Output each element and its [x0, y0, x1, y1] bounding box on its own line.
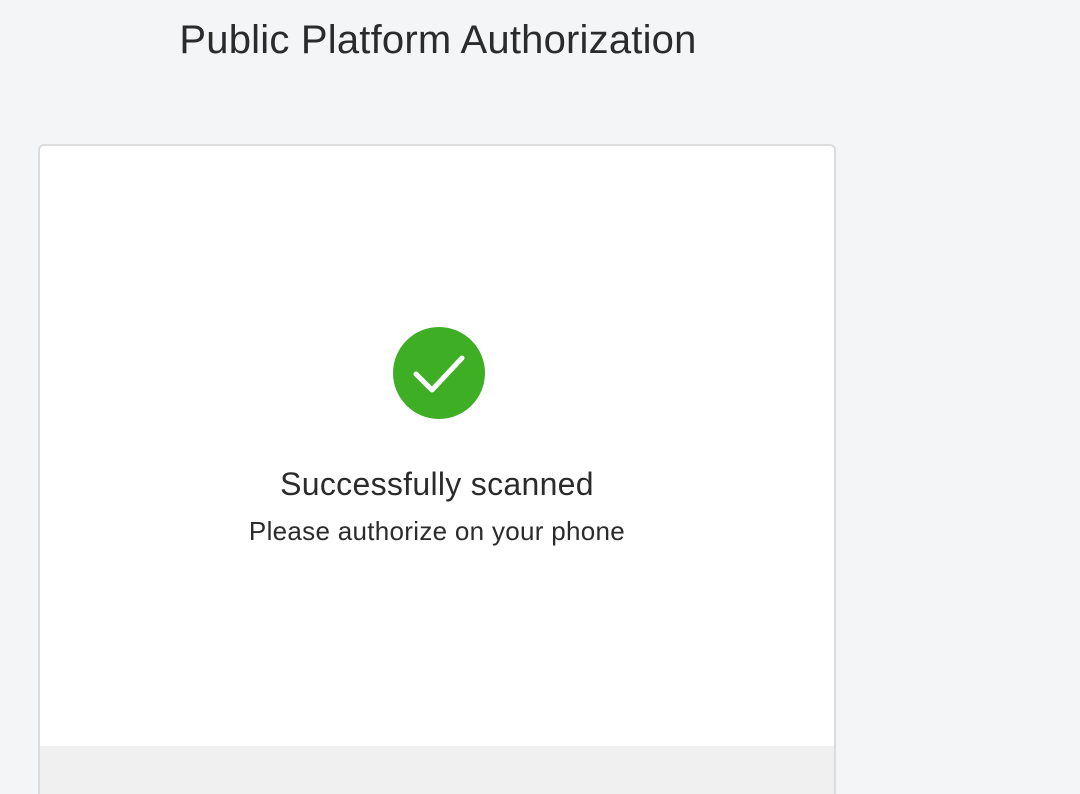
- authorization-card: Successfully scanned Please authorize on…: [38, 144, 836, 794]
- card-footer: [40, 746, 834, 794]
- check-circle-icon: [393, 327, 485, 419]
- authorization-page: Public Platform Authorization Successful…: [0, 0, 1080, 794]
- status-title: Successfully scanned: [280, 466, 594, 502]
- status-subtitle: Please authorize on your phone: [248, 516, 626, 546]
- scan-status: Successfully scanned Please authorize on…: [40, 146, 834, 746]
- page-title: Public Platform Authorization: [179, 18, 697, 62]
